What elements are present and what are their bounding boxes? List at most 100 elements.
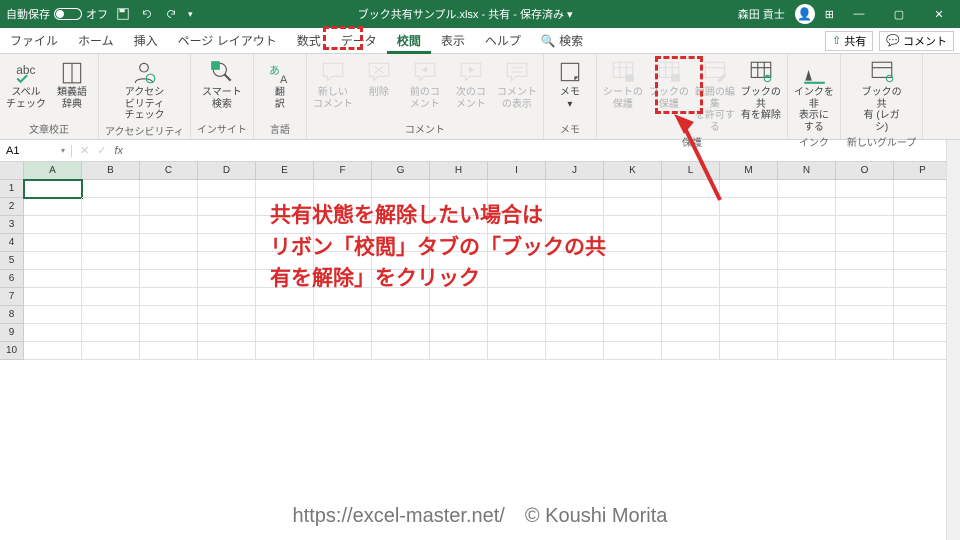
hide-ink-button[interactable]: インクを非表示にする (794, 57, 834, 133)
column-header[interactable]: G (372, 162, 430, 180)
share-button[interactable]: ⇧共有 (825, 31, 873, 51)
column-header[interactable]: H (430, 162, 488, 180)
cell[interactable] (836, 324, 894, 342)
fx-icon[interactable]: fx (114, 145, 123, 157)
tab-数式[interactable]: 数式 (287, 28, 331, 54)
cell[interactable] (778, 216, 836, 234)
cell[interactable] (256, 342, 314, 360)
cell[interactable] (720, 270, 778, 288)
cell[interactable] (82, 216, 140, 234)
cell[interactable] (604, 270, 662, 288)
close-button[interactable]: ✕ (924, 8, 954, 21)
cell[interactable] (24, 234, 82, 252)
tab-ヘルプ[interactable]: ヘルプ (475, 28, 531, 54)
cell[interactable] (24, 252, 82, 270)
unshare-workbook-button[interactable]: ブックの共有を解除 (741, 57, 781, 122)
maximize-button[interactable]: ▢ (884, 8, 914, 21)
cell[interactable] (604, 306, 662, 324)
cell[interactable] (894, 216, 952, 234)
cell[interactable] (662, 306, 720, 324)
cell[interactable] (314, 306, 372, 324)
tab-ページ レイアウト[interactable]: ページ レイアウト (168, 28, 287, 54)
cell[interactable] (314, 180, 372, 198)
cell[interactable] (720, 180, 778, 198)
cell[interactable] (720, 288, 778, 306)
cell[interactable] (604, 180, 662, 198)
undo-icon[interactable] (140, 7, 154, 21)
row-header[interactable]: 10 (0, 342, 24, 360)
cell[interactable] (256, 306, 314, 324)
cell[interactable] (720, 234, 778, 252)
cell[interactable] (662, 216, 720, 234)
cell[interactable] (198, 270, 256, 288)
cell[interactable] (140, 198, 198, 216)
cell[interactable] (720, 252, 778, 270)
cell[interactable] (372, 342, 430, 360)
row-header[interactable]: 5 (0, 252, 24, 270)
column-header[interactable]: J (546, 162, 604, 180)
tab-挿入[interactable]: 挿入 (124, 28, 168, 54)
column-header[interactable]: D (198, 162, 256, 180)
cell[interactable] (256, 324, 314, 342)
cell[interactable] (662, 180, 720, 198)
column-header[interactable]: E (256, 162, 314, 180)
minimize-button[interactable]: — (844, 8, 874, 20)
cell[interactable] (662, 324, 720, 342)
cell[interactable] (546, 180, 604, 198)
row-header[interactable]: 4 (0, 234, 24, 252)
cell[interactable] (140, 324, 198, 342)
cell[interactable] (604, 252, 662, 270)
save-icon[interactable] (116, 7, 130, 21)
cell[interactable] (778, 180, 836, 198)
cell[interactable] (604, 216, 662, 234)
cell[interactable] (778, 234, 836, 252)
cell[interactable] (604, 324, 662, 342)
cell[interactable] (836, 288, 894, 306)
name-box[interactable]: A1▾ (0, 145, 72, 157)
cell[interactable] (82, 252, 140, 270)
cell[interactable] (140, 270, 198, 288)
cell[interactable] (836, 234, 894, 252)
cell[interactable] (778, 306, 836, 324)
cell[interactable] (24, 270, 82, 288)
cell[interactable] (198, 288, 256, 306)
cell[interactable] (604, 198, 662, 216)
cell[interactable] (778, 288, 836, 306)
cell[interactable] (82, 288, 140, 306)
cell[interactable] (662, 252, 720, 270)
column-header[interactable]: K (604, 162, 662, 180)
autosave-toggle[interactable]: 自動保存 オフ (6, 6, 108, 22)
cell[interactable] (198, 180, 256, 198)
tab-🔍 検索[interactable]: 🔍 検索 (531, 28, 593, 54)
cell[interactable] (198, 252, 256, 270)
column-header[interactable]: B (82, 162, 140, 180)
column-header[interactable]: P (894, 162, 952, 180)
cell[interactable] (82, 306, 140, 324)
cell[interactable] (24, 216, 82, 234)
cell[interactable] (720, 342, 778, 360)
column-header[interactable]: N (778, 162, 836, 180)
cell[interactable] (198, 216, 256, 234)
select-all-corner[interactable] (0, 162, 24, 180)
column-header[interactable]: L (662, 162, 720, 180)
tab-校閲[interactable]: 校閲 (387, 28, 431, 54)
cell[interactable] (82, 324, 140, 342)
cell[interactable] (894, 198, 952, 216)
tab-ファイル[interactable]: ファイル (0, 28, 68, 54)
cell[interactable] (720, 216, 778, 234)
cell[interactable] (894, 306, 952, 324)
cell[interactable] (488, 342, 546, 360)
cell[interactable] (894, 288, 952, 306)
cell[interactable] (314, 342, 372, 360)
cell[interactable] (82, 270, 140, 288)
row-header[interactable]: 7 (0, 288, 24, 306)
tab-ホーム[interactable]: ホーム (68, 28, 124, 54)
cell[interactable] (314, 324, 372, 342)
cell[interactable] (24, 324, 82, 342)
cell[interactable] (256, 180, 314, 198)
cell[interactable] (836, 216, 894, 234)
row-header[interactable]: 1 (0, 180, 24, 198)
cell[interactable] (662, 234, 720, 252)
cell[interactable] (778, 342, 836, 360)
tab-表示[interactable]: 表示 (431, 28, 475, 54)
